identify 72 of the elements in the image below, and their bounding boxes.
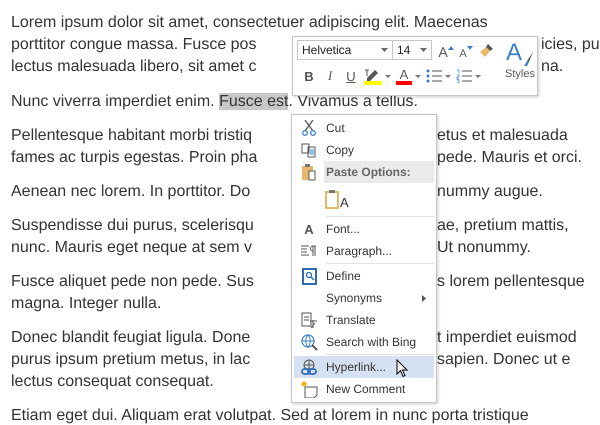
body-text: magna. Integer nulla. [11,295,162,312]
body-text: Pellentesque habitant morbi tristiq [11,127,252,144]
menu-item[interactable]: Paragraph... [294,240,434,262]
menu-item[interactable]: Hyperlink... [294,356,434,378]
paintbrush-icon [522,52,534,66]
body-text: pede. Mauris et orci. [437,149,582,166]
highlight-button[interactable] [364,68,391,84]
caret-icon [445,74,451,78]
submenu-arrow-icon [422,294,426,302]
italic-button[interactable]: I [322,67,338,85]
font-color-button[interactable]: A [396,68,421,84]
body-text: nummy augue. [437,183,543,200]
arrow-down-icon [466,46,473,50]
paragraph-icon [301,245,317,257]
numbering-button[interactable] [456,69,481,83]
menu-item[interactable]: Synonyms [294,287,434,309]
body-text: porttitor congue massa. Fusce pos [11,36,256,53]
menu-item[interactable]: A Font... [294,218,434,240]
search-icon [300,334,318,350]
menu-item[interactable]: Search with Bing [294,331,434,353]
book-search-icon [301,268,317,284]
menu-item[interactable]: Cut [294,117,434,139]
body-text: Nunc viverra imperdiet enim. [11,93,216,110]
menu-item[interactable]: Copy [294,139,434,161]
body-text: ae, pretium mattis, [437,217,569,234]
arrow-up-icon [448,46,454,50]
font-icon: A [304,222,314,236]
underline-button[interactable]: U [343,67,359,85]
comment-icon [300,380,318,398]
caret-icon [420,48,427,52]
font-name-field[interactable]: Helvetica [297,40,393,60]
copy-icon [301,142,317,158]
caret-icon [385,74,391,78]
bullets-button[interactable] [426,69,451,83]
body-text: Ut nonummy. [437,239,531,256]
menu-item[interactable]: New Comment [294,378,434,400]
translate-icon [300,312,318,328]
body-text: icies, pu [541,36,600,53]
scissors-icon [302,120,316,136]
body-text: lectus consequat consequat. [11,373,214,390]
caret-icon [381,48,388,52]
body-text: t imperdiet euismod [437,329,577,346]
body-text: sapien. Donec ut e [437,351,570,368]
styles-button[interactable]: A Styles [505,40,535,92]
body-text: Lorem ipsum dolor sit amet, consectetuer adipiscing elit. Maecenas [11,14,488,31]
body-text: lectus malesuada libero, sit amet c [11,58,256,75]
body-text: Etiam eget dui. Aliquam erat volutpat. Sed at lorem in nunc porta tristique [11,407,529,424]
paintbrush-icon[interactable] [479,42,495,58]
caret-icon [475,74,481,78]
shrink-font-button[interactable]: A [456,40,476,60]
body-text: fames ac turpis egestas. Proin pha [11,149,258,166]
body-text: Donec blandit feugiat ligula. Done [11,329,250,346]
font-size-field[interactable]: 14 [392,40,432,60]
body-text: . Vivamus a tellus. [288,93,418,110]
globe-link-icon [300,358,318,376]
body-text: Fusce aliquet pede non pede. Sus [11,273,254,290]
body-text: Aenean nec lorem. In porttitor. Do [11,183,250,200]
grow-font-button[interactable]: A [436,40,456,60]
bold-button[interactable]: B [301,67,317,85]
body-text: purus ipsum pretium metus, in lac [11,351,250,368]
body-text: etus et malesuada [437,127,568,144]
body-text: s lorem pellentesque [437,273,585,290]
menu-item[interactable]: Define [294,265,434,287]
menu-item[interactable]: Translate [294,309,434,331]
clipboard-icon [301,163,317,181]
selected-text: Fusce est [219,93,288,110]
caret-icon [415,74,421,78]
body-text: Suspendisse dui purus, scelerisqu [11,217,254,234]
body-text: na. [541,58,564,75]
mouse-pointer-icon [396,359,408,378]
body-text: nunc. Mauris eget neque at sem v [11,239,252,256]
menu-section-header: Paste Options: [324,161,434,183]
